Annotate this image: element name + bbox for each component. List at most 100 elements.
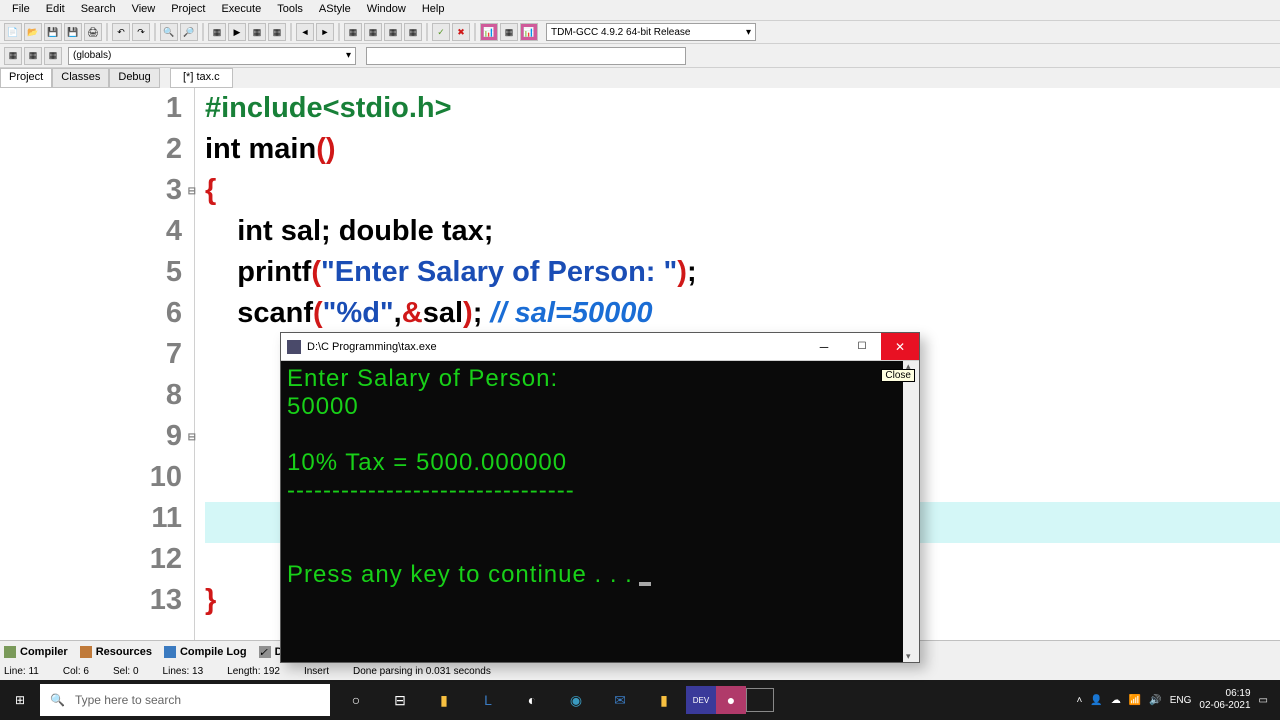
tab-project[interactable]: Project bbox=[0, 68, 52, 88]
redo-icon[interactable]: ↷ bbox=[132, 23, 150, 41]
chrome-icon[interactable]: ◐ bbox=[510, 680, 554, 720]
symbol-search[interactable] bbox=[366, 47, 686, 65]
status-sel: Sel: 0 bbox=[113, 666, 139, 677]
back-icon[interactable]: ◄ bbox=[296, 23, 314, 41]
system-tray: ˄ 👤 ☁ 📶 🔊 ENG 06:19 02-06-2021 ▭ bbox=[1077, 680, 1280, 720]
taskbar-clock[interactable]: 06:19 02-06-2021 bbox=[1199, 688, 1250, 712]
recorder-icon[interactable]: ● bbox=[716, 686, 746, 714]
menu-help[interactable]: Help bbox=[414, 2, 453, 18]
console-scrollbar[interactable] bbox=[903, 361, 919, 662]
console-title-text: D:\C Programming\tax.exe bbox=[307, 341, 437, 353]
maximize-button[interactable] bbox=[843, 333, 881, 360]
tab-compile-log[interactable]: Compile Log bbox=[164, 646, 247, 658]
forward-icon[interactable]: ► bbox=[316, 23, 334, 41]
separator-icon bbox=[154, 23, 156, 41]
open-icon[interactable]: 📂 bbox=[24, 23, 42, 41]
people-icon[interactable]: 👤 bbox=[1090, 695, 1102, 706]
tab-debug[interactable]: Debug bbox=[109, 68, 159, 88]
delete-icon[interactable]: ✖ bbox=[452, 23, 470, 41]
find-icon[interactable]: 🔍 bbox=[160, 23, 178, 41]
compiler-icon bbox=[4, 646, 16, 658]
tab-classes[interactable]: Classes bbox=[52, 68, 109, 88]
notifications-icon[interactable]: ▭ bbox=[1259, 695, 1268, 706]
menu-window[interactable]: Window bbox=[359, 2, 414, 18]
explorer-icon[interactable]: ▮ bbox=[422, 680, 466, 720]
compile-run-icon[interactable]: ▦ bbox=[248, 23, 266, 41]
menu-view[interactable]: View bbox=[124, 2, 164, 18]
app-icon[interactable]: L bbox=[466, 680, 510, 720]
menu-astyle[interactable]: AStyle bbox=[311, 2, 359, 18]
separator-icon bbox=[290, 23, 292, 41]
status-mode: Insert bbox=[304, 666, 329, 677]
exe-icon bbox=[287, 340, 301, 354]
menu-search[interactable]: Search bbox=[73, 2, 124, 18]
tray-up-icon[interactable]: ˄ bbox=[1077, 695, 1083, 706]
status-msg: Done parsing in 0.031 seconds bbox=[353, 666, 491, 677]
save-icon[interactable]: 💾 bbox=[44, 23, 62, 41]
edge-icon[interactable]: ◉ bbox=[554, 680, 598, 720]
undo-icon[interactable]: ↶ bbox=[112, 23, 130, 41]
devcpp-icon[interactable]: DEV bbox=[686, 686, 716, 714]
mail-icon[interactable]: ✉ bbox=[598, 680, 642, 720]
search-icon: 🔍 bbox=[50, 693, 65, 707]
globals-select[interactable]: (globals) ▾ bbox=[68, 47, 356, 65]
check-icon[interactable]: ✓ bbox=[432, 23, 450, 41]
rebuild-icon[interactable]: ▦ bbox=[268, 23, 286, 41]
chart-icon[interactable]: 📊 bbox=[520, 23, 538, 41]
search-placeholder: Type here to search bbox=[75, 693, 181, 707]
taskbar-search[interactable]: 🔍 Type here to search bbox=[40, 684, 330, 716]
chevron-down-icon: ▾ bbox=[346, 50, 351, 61]
bookmark2-icon[interactable]: ▦ bbox=[44, 47, 62, 65]
grid3-icon[interactable]: ▦ bbox=[384, 23, 402, 41]
tab-compiler[interactable]: Compiler bbox=[4, 646, 68, 658]
console-output[interactable]: Enter Salary of Person: 50000 10% Tax = … bbox=[281, 361, 919, 662]
log-icon bbox=[164, 646, 176, 658]
profile-icon[interactable]: 📊 bbox=[480, 23, 498, 41]
cortana-icon[interactable]: ○ bbox=[334, 680, 378, 720]
close-tooltip: Close bbox=[881, 369, 915, 382]
compile-icon[interactable]: ▦ bbox=[208, 23, 226, 41]
status-length: Length: 192 bbox=[227, 666, 280, 677]
grid4-icon[interactable]: ▦ bbox=[404, 23, 422, 41]
windows-taskbar: ⊞ 🔍 Type here to search ○ ⊟ ▮ L ◐ ◉ ✉ ▮ … bbox=[0, 680, 1280, 720]
run-icon[interactable]: ▶ bbox=[228, 23, 246, 41]
goto-icon[interactable]: ▦ bbox=[4, 47, 22, 65]
menu-edit[interactable]: Edit bbox=[38, 2, 73, 18]
minimize-button[interactable] bbox=[805, 333, 843, 360]
chevron-down-icon: ▾ bbox=[746, 27, 751, 38]
close-button[interactable] bbox=[881, 333, 919, 360]
start-button[interactable]: ⊞ bbox=[0, 680, 40, 720]
debug-icon: ✓ bbox=[259, 646, 271, 658]
separator-icon bbox=[106, 23, 108, 41]
separator-icon bbox=[202, 23, 204, 41]
separator-icon bbox=[474, 23, 476, 41]
task-view-icon[interactable]: ⊟ bbox=[378, 680, 422, 720]
cursor-icon bbox=[639, 582, 651, 586]
menu-tools[interactable]: Tools bbox=[269, 2, 311, 18]
new-icon[interactable]: 📄 bbox=[4, 23, 22, 41]
bookmark-icon[interactable]: ▦ bbox=[24, 47, 42, 65]
menu-project[interactable]: Project bbox=[163, 2, 213, 18]
grid1-icon[interactable]: ▦ bbox=[344, 23, 362, 41]
terminal-icon[interactable] bbox=[746, 688, 774, 712]
debug-icon[interactable]: ▦ bbox=[500, 23, 518, 41]
separator-icon bbox=[426, 23, 428, 41]
compiler-select[interactable]: TDM-GCC 4.9.2 64-bit Release ▾ bbox=[546, 23, 756, 41]
status-lines: Lines: 13 bbox=[163, 666, 204, 677]
save-all-icon[interactable]: 💾 bbox=[64, 23, 82, 41]
replace-icon[interactable]: 🔎 bbox=[180, 23, 198, 41]
status-col: Col: 6 bbox=[63, 666, 89, 677]
tab-resources[interactable]: Resources bbox=[80, 646, 152, 658]
file-tab-tax[interactable]: [*] tax.c bbox=[170, 68, 233, 88]
folder-icon[interactable]: ▮ bbox=[642, 680, 686, 720]
language-indicator[interactable]: ENG bbox=[1170, 695, 1192, 706]
menu-file[interactable]: File bbox=[4, 2, 38, 18]
print-icon[interactable]: 🖨 bbox=[84, 23, 102, 41]
volume-icon[interactable]: 🔊 bbox=[1149, 695, 1161, 706]
resources-icon bbox=[80, 646, 92, 658]
onedrive-icon[interactable]: ☁ bbox=[1111, 695, 1121, 706]
grid2-icon[interactable]: ▦ bbox=[364, 23, 382, 41]
console-titlebar[interactable]: D:\C Programming\tax.exe bbox=[281, 333, 919, 361]
wifi-icon[interactable]: 📶 bbox=[1129, 695, 1141, 706]
menu-execute[interactable]: Execute bbox=[213, 2, 269, 18]
